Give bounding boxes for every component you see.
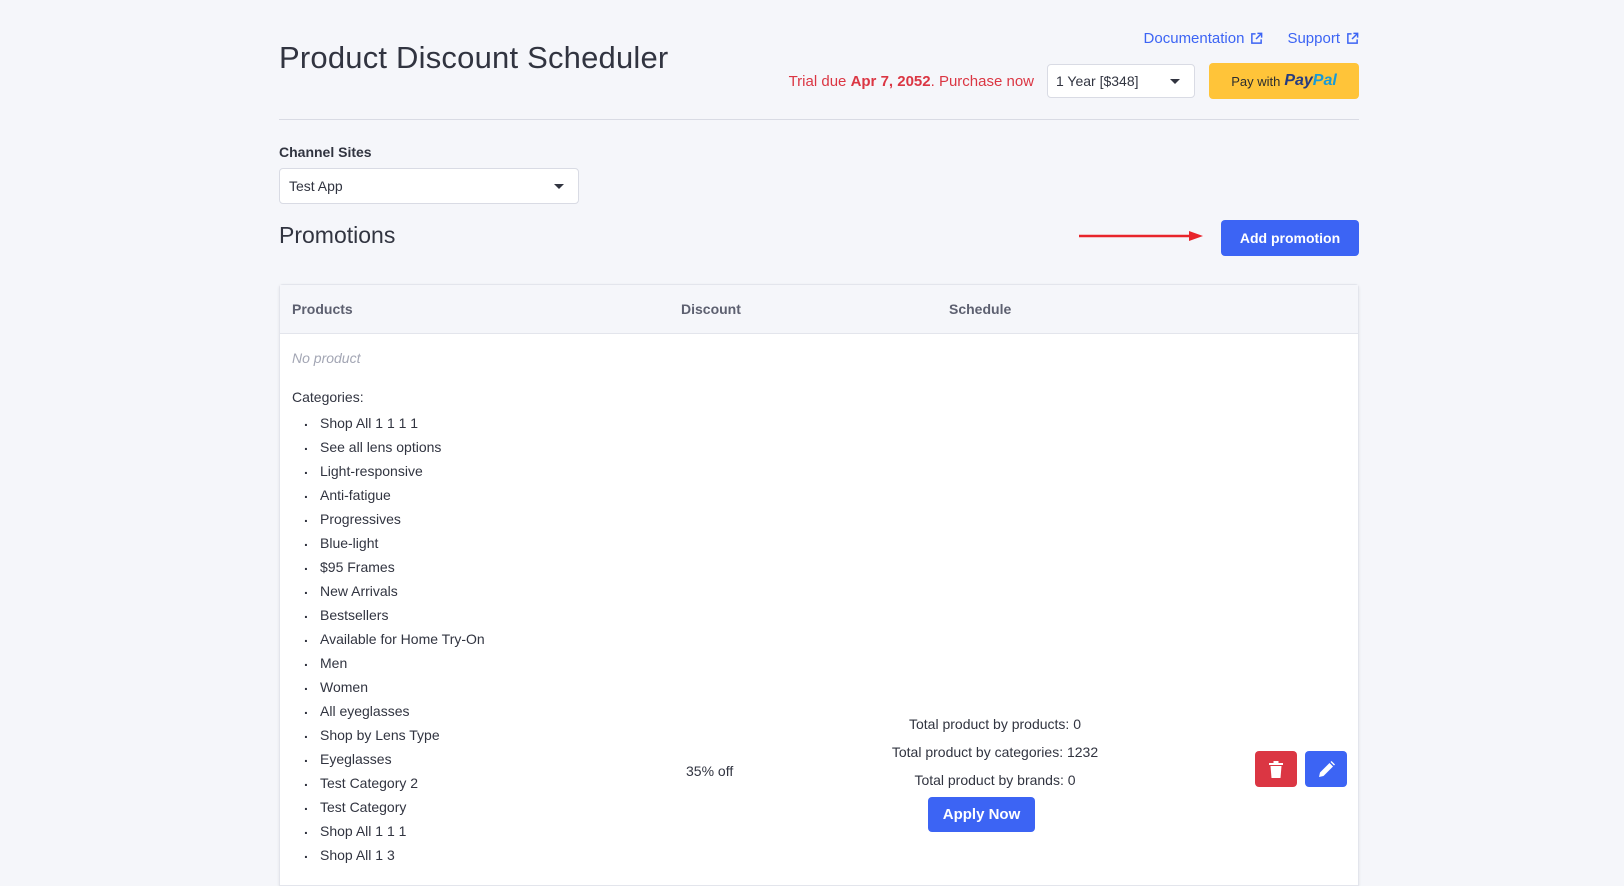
delete-button[interactable] [1255, 751, 1297, 787]
pencil-icon [1318, 760, 1335, 777]
channel-sites-label: Channel Sites [279, 144, 372, 160]
category-item: Light-responsive [280, 459, 485, 485]
paypal-prefix: Pay with [1231, 73, 1281, 89]
caret-down-icon [554, 183, 564, 189]
annotation-arrow-icon [1079, 231, 1203, 241]
category-item: Blue-light [280, 531, 485, 557]
category-item: Test Category 2 [280, 771, 485, 797]
category-item: Women [280, 675, 485, 701]
category-item: $95 Frames [280, 555, 485, 581]
documentation-link[interactable]: Documentation [1144, 30, 1264, 47]
top-links: Documentation Support [1144, 30, 1359, 47]
category-item: See all lens options [280, 435, 485, 461]
page-container: Product Discount Scheduler Documentation… [279, 0, 1359, 886]
category-item: Test Category [280, 795, 485, 821]
table-header: Products Discount Schedule [280, 285, 1358, 334]
paypal-button[interactable]: Pay with PayPal [1209, 63, 1359, 99]
page-title: Product Discount Scheduler [279, 40, 669, 75]
trial-prefix: Trial due [788, 72, 851, 90]
column-header-discount: Discount [681, 301, 741, 317]
category-item: All eyeglasses [280, 699, 485, 725]
apply-now-button[interactable]: Apply Now [928, 797, 1035, 832]
discount-value: 35% off [686, 763, 734, 779]
category-list: Shop All 1 1 1 1 See all lens options Li… [280, 411, 485, 869]
category-item: Anti-fatigue [280, 483, 485, 509]
channel-sites-select[interactable]: Test App [279, 168, 579, 204]
caret-down-icon [1170, 78, 1180, 84]
category-item: Shop All 1 3 [280, 843, 485, 869]
promotions-table: Products Discount Schedule No product Ca… [279, 284, 1359, 886]
add-promotion-button[interactable]: Add promotion [1221, 220, 1359, 256]
external-link-icon [1251, 32, 1263, 44]
trial-row: Trial due Apr 7, 2052. Purchase now 1 Ye… [789, 63, 1359, 99]
category-item: Available for Home Try-On [280, 627, 485, 653]
category-item: New Arrivals [280, 579, 485, 605]
category-item: Eyeglasses [280, 747, 485, 773]
category-item: Shop by Lens Type [280, 723, 485, 749]
trial-notice: Trial due Apr 7, 2052. Purchase now [789, 73, 1034, 90]
paypal-logo: PayPal [1284, 72, 1337, 89]
column-header-products: Products [292, 301, 353, 317]
column-header-schedule: Schedule [949, 301, 1012, 317]
trial-suffix: . Purchase now [930, 72, 1034, 90]
no-product-text: No product [292, 350, 361, 366]
category-item: Shop All 1 1 1 [280, 819, 485, 845]
support-link-label: Support [1287, 30, 1340, 47]
external-link-icon [1347, 32, 1359, 44]
documentation-link-label: Documentation [1143, 30, 1245, 47]
total-by-categories: Total product by categories: 1232 [891, 744, 1099, 760]
support-link[interactable]: Support [1287, 30, 1359, 47]
category-item: Shop All 1 1 1 1 [280, 411, 485, 437]
trash-icon [1269, 760, 1283, 778]
total-by-brands: Total product by brands: 0 [914, 772, 1076, 788]
trial-date: Apr 7, 2052 [850, 72, 931, 90]
total-by-products: Total product by products: 0 [909, 716, 1081, 732]
promotions-title: Promotions [279, 222, 396, 248]
categories-label: Categories: [292, 389, 364, 405]
edit-button[interactable] [1305, 751, 1347, 787]
plan-select[interactable]: 1 Year [$348] [1047, 64, 1195, 98]
category-item: Progressives [280, 507, 485, 533]
category-item: Men [280, 651, 485, 677]
category-item: Bestsellers [280, 603, 485, 629]
channel-sites-value: Test App [289, 178, 343, 194]
header-divider [279, 119, 1359, 120]
plan-select-value: 1 Year [$348] [1056, 73, 1139, 89]
